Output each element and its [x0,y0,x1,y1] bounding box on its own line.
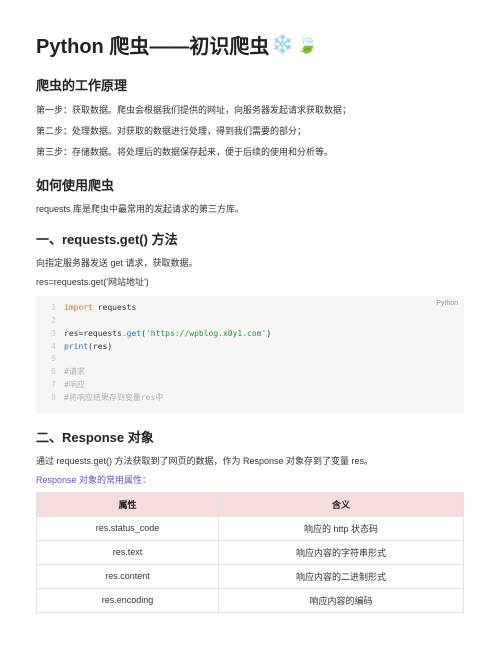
table-row: res.encoding 响应内容的编码 [37,588,464,612]
code-line: 3 res=requests.get('https://wpblog.x0y1.… [44,328,456,341]
code-line: 8 #将响应结果存到变量res中 [44,392,456,405]
get-desc: 向指定服务器发送 get 请求，获取数据。 [36,256,464,269]
section-get-heading: 一、requests.get() 方法 [36,229,464,248]
line-number: 3 [44,328,56,341]
howto-desc: requests 库是爬虫中最常用的发起请求的第三方库。 [36,202,464,215]
code-line: 7 #响应 [44,379,456,392]
principle-step-3: 第三步：存储数据。将处理后的数据保存起来，便于后续的使用和分析等。 [36,144,464,161]
leaf-icon: 🍃 [296,34,318,55]
page-title: Python 爬虫——初识爬虫 ❄️ 🍃 [36,30,464,59]
attr-cell: res.content [37,564,219,588]
meaning-cell: 响应的 http 状态码 [219,516,464,540]
table-row: res.text 响应内容的字符串形式 [37,540,464,564]
code-line: 2 [44,315,456,328]
code-line: 5 [44,353,456,366]
code-line: 6 #请求 [44,366,456,379]
line-number: 2 [44,315,56,328]
response-link[interactable]: Response 对象的常用属性： [36,473,464,486]
title-text: Python 爬虫——初识爬虫 [36,30,269,59]
code-block: Python 1 import requests 2 3 res=request… [36,296,464,412]
response-table: 属性 含义 res.status_code 响应的 http 状态码 res.t… [36,492,464,613]
line-number: 4 [44,341,56,354]
code-line: 1 import requests [44,302,456,315]
line-number: 5 [44,353,56,366]
meaning-cell: 响应内容的字符串形式 [219,540,464,564]
line-number: 8 [44,392,56,405]
get-snippet: res=requests.get('网站地址') [36,275,464,288]
table-row: res.content 响应内容的二进制形式 [37,564,464,588]
line-number: 7 [44,379,56,392]
code-language-label: Python [436,298,458,309]
attr-cell: res.encoding [37,588,219,612]
code-line: 4 print(res) [44,341,456,354]
meaning-cell: 响应内容的二进制形式 [219,564,464,588]
principle-step-1: 第一步：获取数据。爬虫会根据我们提供的网址，向服务器发起请求获取数据； [36,102,464,119]
snowflake-icon: ❄️ [271,34,293,55]
section-response-heading: 二、Response 对象 [36,427,464,446]
principle-step-2: 第二步：处理数据。对获取的数据进行处理，得到我们需要的部分； [36,123,464,140]
attr-cell: res.text [37,540,219,564]
table-header-attr: 属性 [37,492,219,516]
section-howto-heading: 如何使用爬虫 [36,175,464,194]
line-number: 6 [44,366,56,379]
section-principle-heading: 爬虫的工作原理 [36,75,464,94]
line-number: 1 [44,302,56,315]
attr-cell: res.status_code [37,516,219,540]
table-row: res.status_code 响应的 http 状态码 [37,516,464,540]
response-desc: 通过 requests.get() 方法获取到了网页的数据，作为 Respons… [36,454,464,467]
table-header-meaning: 含义 [219,492,464,516]
meaning-cell: 响应内容的编码 [219,588,464,612]
